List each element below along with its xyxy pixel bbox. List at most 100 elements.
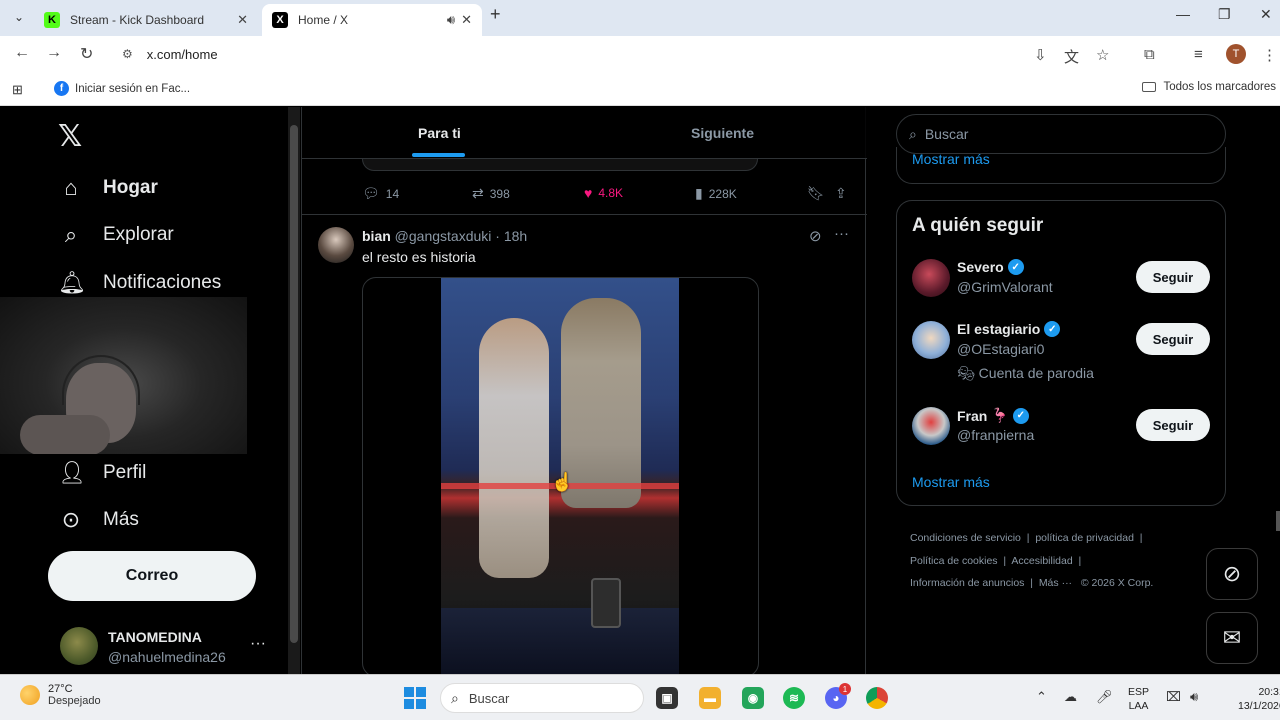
heart-icon: ♥: [584, 185, 593, 201]
nav-notifications[interactable]: 🔔︎ Notificaciones: [58, 265, 221, 301]
account-switcher[interactable]: TANOMEDINA @nahuelmedina26 ···: [60, 627, 276, 667]
menu-icon[interactable]: ⋮: [1262, 46, 1277, 64]
extensions-icon[interactable]: ⧉: [1144, 46, 1155, 63]
volume-icon[interactable]: 🔊︎: [1190, 689, 1198, 705]
star-icon[interactable]: ☆: [1096, 46, 1109, 64]
bookmark-button[interactable]: 🔖︎: [807, 185, 831, 202]
task-view-icon[interactable]: ▣: [656, 687, 678, 709]
weather-widget[interactable]: 27°C Despejado: [20, 683, 101, 707]
ads-info-link[interactable]: Información de anuncios: [910, 577, 1024, 589]
suggestion-item[interactable]: Fran 🦩 ✓ @franpierna Seguir: [912, 407, 1212, 467]
tab-x-home[interactable]: X Home / X 🔊︎ ✕: [262, 4, 482, 36]
show-more-link[interactable]: Mostrar más: [912, 474, 990, 490]
views-button[interactable]: ▮ 228K: [695, 185, 737, 202]
avatar[interactable]: [912, 259, 950, 297]
follow-button[interactable]: Seguir: [1136, 323, 1210, 355]
reply-button[interactable]: 💬︎ 14: [362, 185, 399, 202]
like-button[interactable]: ♥ 4.8K: [584, 185, 623, 201]
bookmark-icon: 🔖︎: [807, 185, 825, 201]
envelope-icon: ✉: [1222, 625, 1242, 650]
more-icon[interactable]: ···: [834, 225, 849, 242]
tweet-author-handle[interactable]: @gangstaxduki · 18h: [395, 228, 528, 244]
follow-button[interactable]: Seguir: [1136, 409, 1210, 441]
search-input[interactable]: ⌕ Buscar: [896, 114, 1226, 154]
suggestion-name[interactable]: El estagiario ✓: [957, 321, 1061, 337]
repost-button[interactable]: ⇄ 398: [472, 185, 510, 202]
facebook-icon: f: [54, 81, 69, 96]
close-icon[interactable]: ✕: [461, 12, 472, 28]
post-button[interactable]: Correo: [48, 551, 256, 601]
cookies-link[interactable]: Política de cookies: [910, 555, 998, 567]
x-logo-icon[interactable]: 𝕏: [58, 119, 82, 154]
suggestion-name[interactable]: Severo ✓: [957, 259, 1024, 275]
suggestion-item[interactable]: El estagiario ✓ @OEstagiari0 🎭︎ Cuenta de…: [912, 321, 1212, 381]
tab-search-icon[interactable]: ⌄: [8, 6, 30, 28]
nav-more[interactable]: ⊙ Más: [58, 502, 139, 538]
language-indicator[interactable]: ESP LAA: [1128, 685, 1149, 713]
follow-button[interactable]: Seguir: [1136, 261, 1210, 293]
suggestion-item[interactable]: Severo ✓ @GrimValorant Seguir: [912, 259, 1212, 319]
speaker-icon[interactable]: 🔊︎: [447, 12, 455, 28]
suggestion-name[interactable]: Fran 🦩 ✓: [957, 407, 1029, 424]
video-crowd: [441, 608, 679, 674]
whatsapp-icon[interactable]: ◉: [742, 687, 764, 709]
more-link[interactable]: Más ···: [1039, 577, 1072, 589]
apps-icon[interactable]: ⊞: [12, 82, 23, 98]
privacy-link[interactable]: política de privacidad: [1035, 532, 1134, 544]
minimize-button[interactable]: —: [1176, 6, 1190, 22]
clock[interactable]: 20:31 13/1/2026: [1238, 685, 1280, 713]
taskbar-search[interactable]: ⌕ Buscar: [440, 683, 644, 713]
tweet-author-name[interactable]: bian: [362, 228, 391, 244]
scrollbar-thumb[interactable]: [290, 125, 298, 643]
nav-profile[interactable]: 👤︎ Perfil: [58, 455, 146, 491]
page-scrollbar[interactable]: [1276, 511, 1280, 531]
install-icon[interactable]: ⇩: [1034, 46, 1047, 64]
avatar: [60, 627, 98, 665]
verified-badge-icon: ✓: [1044, 321, 1061, 337]
nav-label: Explorar: [103, 224, 174, 245]
accessibility-link[interactable]: Accesibilidad: [1011, 555, 1072, 567]
translate-icon[interactable]: 文: [1064, 46, 1079, 67]
microphone-icon[interactable]: 🎤︎: [1096, 689, 1113, 705]
new-tab-button[interactable]: +: [490, 4, 501, 25]
window-close-button[interactable]: ✕: [1260, 6, 1272, 23]
windows-start-icon[interactable]: [404, 687, 426, 709]
share-button[interactable]: ⇪: [835, 185, 853, 202]
close-icon[interactable]: ✕: [237, 12, 248, 28]
media-icon[interactable]: ≡: [1194, 46, 1203, 63]
forward-button[interactable]: →: [46, 44, 62, 62]
reload-button[interactable]: ↻: [80, 44, 93, 64]
cloud-icon[interactable]: ☁: [1064, 689, 1077, 705]
lang-line2: LAA: [1128, 700, 1149, 712]
tweet-text: el resto es historia: [362, 249, 476, 265]
avatar[interactable]: [318, 227, 354, 263]
tab-kick[interactable]: K Stream - Kick Dashboard ✕: [34, 4, 258, 36]
maximize-button[interactable]: ❐: [1218, 6, 1231, 23]
terms-link[interactable]: Condiciones de servicio: [910, 532, 1021, 544]
url-text: x.com/home: [146, 46, 218, 62]
profile-avatar[interactable]: T: [1226, 44, 1246, 64]
avatar[interactable]: [912, 321, 950, 359]
parody-label: 🎭︎ Cuenta de parodia: [957, 365, 1094, 382]
back-button[interactable]: ←: [14, 44, 30, 62]
file-explorer-icon[interactable]: ▬: [699, 687, 721, 709]
site-settings-icon[interactable]: ⚙: [122, 47, 133, 61]
more-icon[interactable]: ···: [250, 635, 266, 653]
address-bar[interactable]: ⚙ x.com/home: [112, 40, 1122, 68]
nav-explore[interactable]: ⌕ Explorar: [58, 217, 174, 253]
nav-label: Hogar: [103, 177, 158, 198]
avatar[interactable]: [912, 407, 950, 445]
nav-home[interactable]: ⌂ Hogar: [58, 170, 158, 206]
bookmark-facebook[interactable]: f Iniciar sesión en Fac...: [54, 81, 190, 96]
messages-button[interactable]: ✉: [1206, 612, 1258, 664]
chrome-icon[interactable]: [866, 687, 888, 709]
tab-following[interactable]: Siguiente: [691, 125, 754, 141]
sidebar-scrollbar[interactable]: [288, 107, 300, 674]
all-bookmarks[interactable]: Todos los marcadores: [1141, 81, 1276, 93]
tab-for-you[interactable]: Para ti: [418, 125, 461, 141]
grok-icon[interactable]: ⊘: [809, 227, 822, 245]
chevron-up-icon[interactable]: ⌃: [1036, 689, 1047, 705]
grok-button[interactable]: ⊘: [1206, 548, 1258, 600]
network-icon[interactable]: ⌧: [1166, 689, 1181, 705]
spotify-icon[interactable]: ≋: [783, 687, 805, 709]
